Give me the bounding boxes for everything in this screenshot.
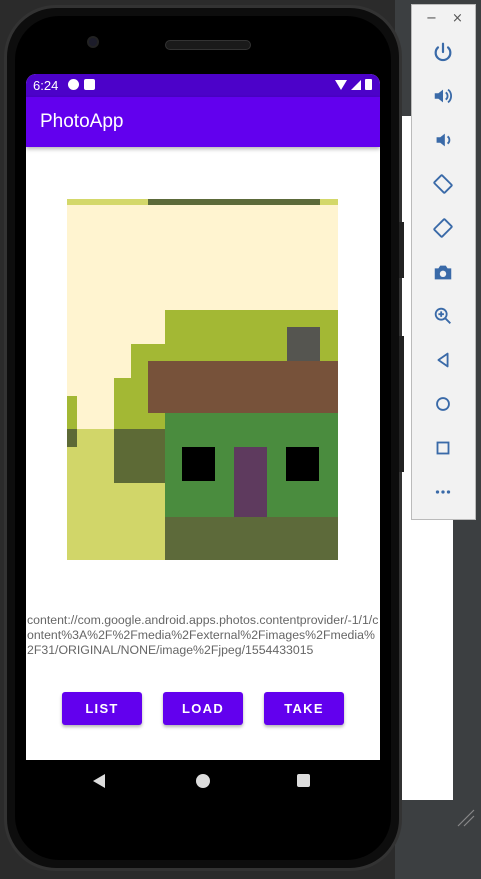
- home-icon[interactable]: [426, 387, 460, 421]
- camera-icon[interactable]: [426, 255, 460, 289]
- emulator-toolbar: − ×: [411, 4, 476, 520]
- back-icon[interactable]: [93, 774, 105, 788]
- photo-image: [67, 199, 338, 560]
- power-icon[interactable]: [426, 35, 460, 69]
- status-bar: 6:24: [26, 74, 380, 97]
- volume-side-button[interactable]: [399, 336, 404, 472]
- front-camera: [87, 36, 99, 48]
- wifi-icon: [335, 79, 347, 90]
- rotate-left-icon[interactable]: [426, 167, 460, 201]
- status-time: 6:24: [33, 78, 59, 93]
- status-icons-right: [335, 79, 372, 90]
- earpiece-speaker: [165, 40, 251, 50]
- take-button[interactable]: TAKE: [264, 692, 344, 725]
- app-title: PhotoApp: [40, 111, 124, 132]
- status-icons-left: [68, 79, 95, 90]
- volume-down-icon[interactable]: [426, 123, 460, 157]
- photo-uri-text: content://com.google.android.apps.photos…: [27, 613, 379, 658]
- zoom-icon[interactable]: [426, 299, 460, 333]
- battery-icon: [365, 79, 372, 90]
- overview-icon[interactable]: [426, 431, 460, 465]
- load-button[interactable]: LOAD: [163, 692, 243, 725]
- minimize-button[interactable]: −: [426, 11, 437, 26]
- power-side-button[interactable]: [399, 222, 404, 278]
- more-icon[interactable]: [426, 475, 460, 509]
- recent-apps-icon[interactable]: [297, 774, 310, 787]
- notification-p-icon: [68, 79, 79, 90]
- resize-grip-icon[interactable]: [454, 806, 476, 828]
- signal-icon: [351, 79, 361, 90]
- app-bar: PhotoApp: [26, 97, 380, 147]
- home-icon[interactable]: [196, 774, 210, 788]
- navigation-bar: [26, 760, 380, 804]
- back-icon[interactable]: [426, 343, 460, 377]
- sd-card-icon: [84, 79, 95, 90]
- close-button[interactable]: ×: [452, 11, 463, 26]
- rotate-right-icon[interactable]: [426, 211, 460, 245]
- list-button[interactable]: LIST: [62, 692, 142, 725]
- device-screen: 6:24 PhotoApp content://com.google.andro…: [26, 74, 380, 760]
- volume-up-icon[interactable]: [426, 79, 460, 113]
